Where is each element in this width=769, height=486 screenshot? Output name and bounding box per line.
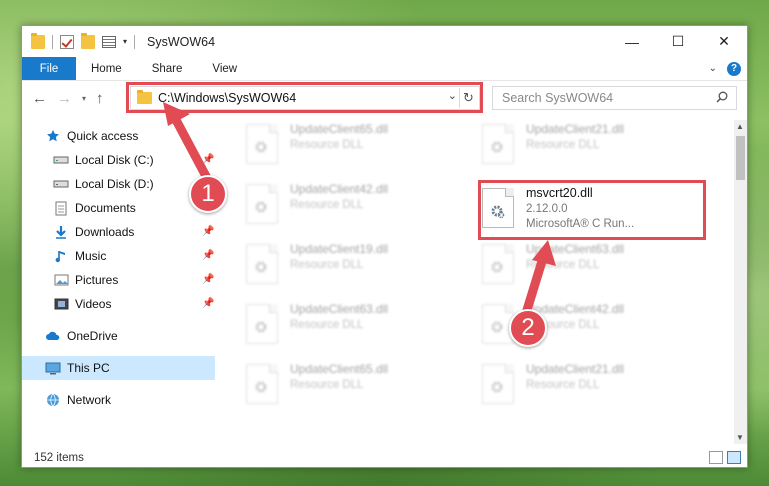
arrow-1 (163, 102, 213, 185)
annotation-arrows (163, 102, 556, 315)
step-2-badge: 2 (509, 309, 547, 347)
step-1-badge: 1 (189, 175, 227, 213)
arrow-2 (522, 240, 556, 315)
